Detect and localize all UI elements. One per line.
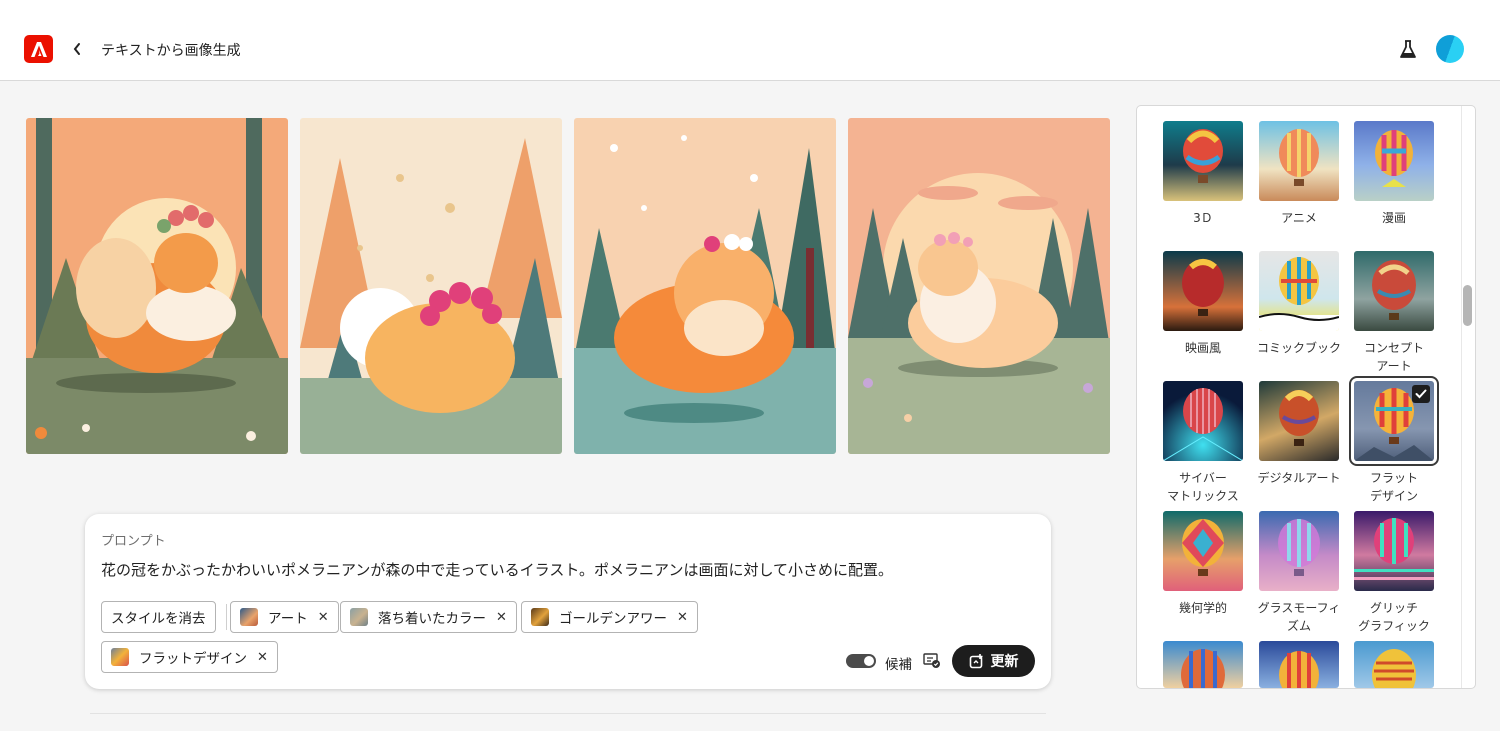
remove-chip-icon[interactable]: ✕ — [318, 610, 329, 625]
chip-divider — [226, 604, 227, 630]
style-tile-cyber-matrix[interactable] — [1163, 381, 1243, 461]
generated-image-2[interactable] — [300, 118, 562, 454]
prompt-input[interactable]: 花の冠をかぶったかわいいポメラニアンが森の中で走っているイラスト。ポメラニアンは… — [101, 559, 893, 580]
labs-flask-icon[interactable] — [1397, 38, 1419, 60]
generated-image-4[interactable] — [848, 118, 1110, 454]
style-panel-scrollbar[interactable] — [1463, 285, 1472, 326]
style-tile-row5-3[interactable] — [1354, 641, 1434, 688]
style-label-cinematic: 映画風 — [1184, 341, 1221, 355]
chip-label: ゴールデンアワー — [559, 611, 667, 627]
suggestions-toggle[interactable] — [846, 654, 876, 668]
style-tile-cinematic[interactable] — [1163, 251, 1243, 331]
style-label-manga: 漫画 — [1381, 211, 1406, 225]
style-tile-flat-design[interactable] — [1349, 376, 1439, 466]
app-header: テキストから画像生成 — [0, 0, 1500, 81]
prompt-label: プロンプト — [101, 534, 166, 549]
style-label-flat-design: フラット デザイン — [1369, 471, 1418, 503]
style-label-glassmorphism: グラスモーフィ ズム — [1257, 601, 1341, 633]
style-tile-3d[interactable] — [1163, 121, 1243, 201]
generated-image-3[interactable] — [574, 118, 836, 454]
style-label-comic-book: コミックブック — [1256, 341, 1341, 355]
style-tile-manga[interactable] — [1354, 121, 1434, 201]
chip-label: フラットデザイン — [139, 651, 247, 667]
style-label-anime: アニメ — [1281, 211, 1317, 225]
golden-hour-thumbnail-icon — [531, 608, 549, 626]
style-label-cyber-matrix: サイバー マトリックス — [1167, 471, 1239, 503]
style-tile-row5-1[interactable] — [1163, 641, 1243, 688]
remove-chip-icon[interactable]: ✕ — [677, 610, 688, 625]
style-label-geometric: 幾何学的 — [1178, 601, 1227, 615]
clear-style-button[interactable]: スタイルを消去 — [101, 601, 216, 633]
remove-chip-icon[interactable]: ✕ — [257, 650, 268, 665]
style-chip-muted-colors[interactable]: 落ち着いたカラー ✕ — [340, 601, 517, 633]
style-label-glitch-graphic: グリッチ グラフィック — [1358, 601, 1430, 633]
adobe-logo-icon[interactable] — [24, 35, 53, 63]
chip-label: 落ち着いたカラー — [378, 611, 486, 627]
muted-colors-thumbnail-icon — [350, 608, 368, 626]
style-tile-comic-book[interactable] — [1259, 251, 1339, 331]
suggestions-label: 候補 — [885, 657, 912, 673]
prompt-panel: プロンプト 花の冠をかぶったかわいいポメラニアンが森の中で走っているイラスト。ポ… — [85, 514, 1051, 689]
user-avatar[interactable] — [1436, 35, 1464, 63]
chip-label: アート — [268, 611, 308, 627]
style-panel-scrolltrack — [1461, 106, 1462, 688]
style-tile-glassmorphism[interactable] — [1259, 511, 1339, 591]
selected-check-icon — [1412, 385, 1430, 403]
style-label-3d: 3Ｄ — [1193, 211, 1213, 225]
remove-chip-icon[interactable]: ✕ — [496, 610, 507, 625]
clear-style-label: スタイルを消去 — [111, 611, 206, 627]
style-chip-golden-hour[interactable]: ゴールデンアワー ✕ — [521, 601, 698, 633]
flat-design-thumbnail-icon — [111, 648, 129, 666]
style-chip-art[interactable]: アート ✕ — [230, 601, 339, 633]
style-tile-concept-art[interactable] — [1354, 251, 1434, 331]
art-thumbnail-icon — [240, 608, 258, 626]
style-tile-geometric[interactable] — [1163, 511, 1243, 591]
update-label: 更新 — [990, 654, 1019, 670]
update-button[interactable]: 更新 — [952, 645, 1035, 677]
style-tile-digital-art[interactable] — [1259, 381, 1339, 461]
style-tile-row5-2[interactable] — [1259, 641, 1339, 688]
back-chevron-icon[interactable] — [68, 38, 86, 60]
style-tile-glitch-graphic[interactable] — [1354, 511, 1434, 591]
style-tile-anime[interactable] — [1259, 121, 1339, 201]
generated-image-1[interactable] — [26, 118, 288, 454]
style-label-concept-art: コンセプト アート — [1363, 341, 1424, 373]
content-divider — [90, 713, 1046, 714]
suggestion-settings-icon[interactable] — [923, 653, 941, 669]
page-title: テキストから画像生成 — [101, 43, 241, 59]
style-label-digital-art: デジタルアート — [1257, 471, 1341, 485]
style-chip-flat-design[interactable]: フラットデザイン ✕ — [101, 641, 278, 673]
